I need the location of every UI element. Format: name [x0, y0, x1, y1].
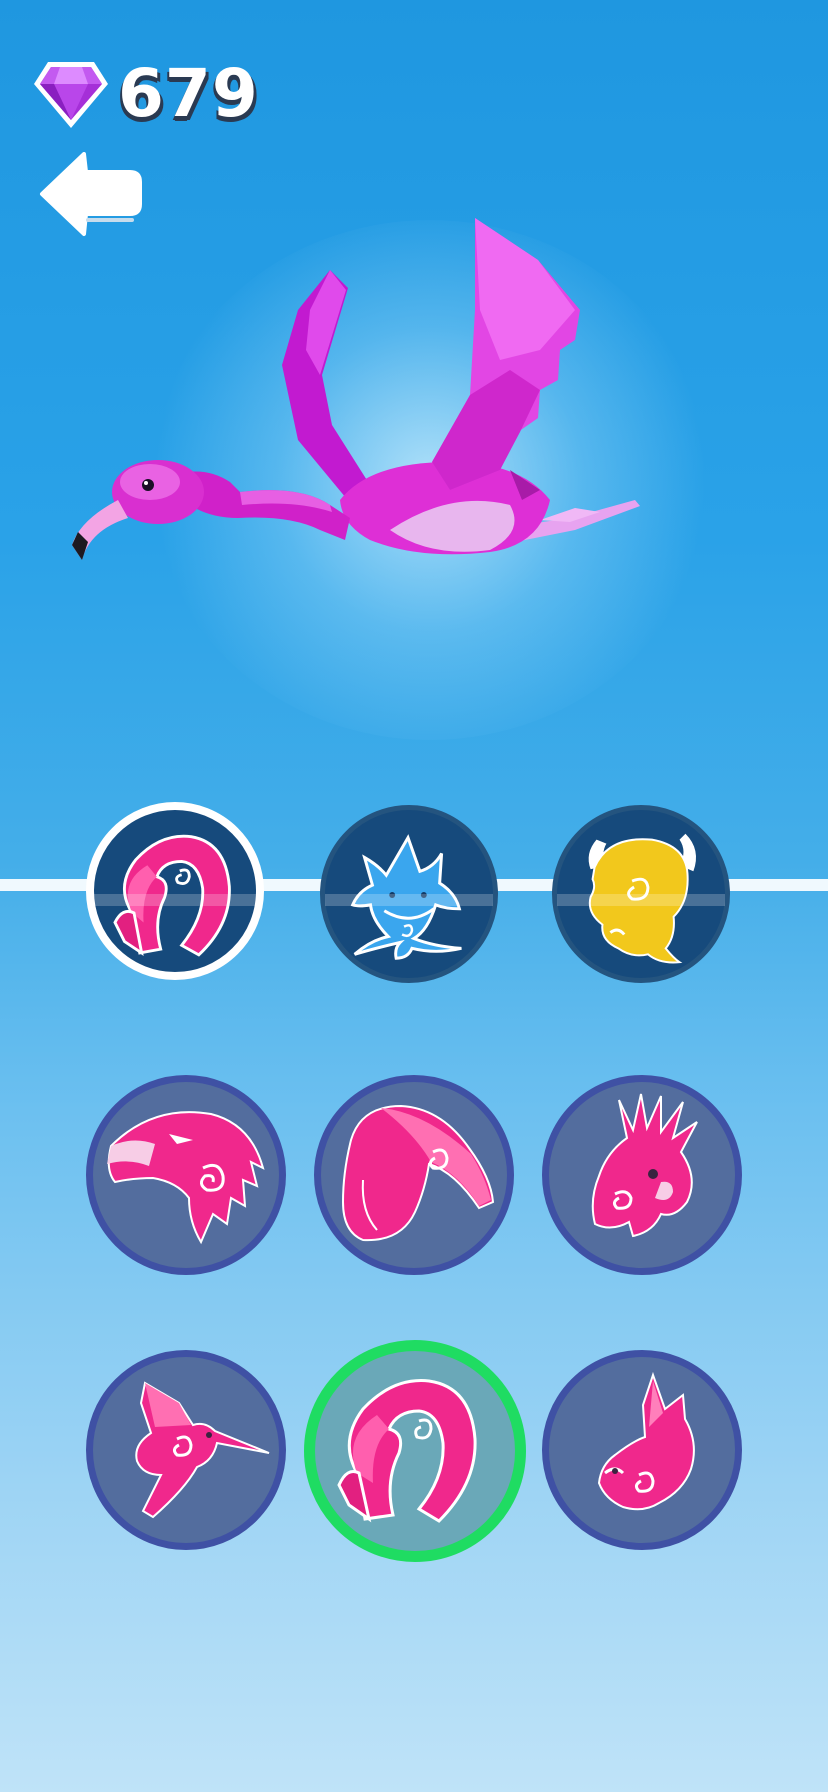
eagle-icon — [107, 1111, 265, 1245]
skin-cockatoo[interactable] — [542, 1075, 742, 1275]
flamingo-model — [72, 218, 640, 560]
character-select-screen: 679 — [0, 0, 828, 1792]
rabbit-icon — [597, 1371, 695, 1511]
skin-flamingo[interactable] — [304, 1340, 526, 1562]
purple-gem-icon — [30, 52, 112, 134]
animal-type-buffalo[interactable] — [552, 805, 730, 983]
gem-count: 679 — [118, 54, 259, 132]
skin-eagle[interactable] — [86, 1075, 286, 1275]
toucan-icon — [341, 1104, 495, 1242]
skin-toucan[interactable] — [314, 1075, 514, 1275]
line-overlay — [94, 894, 256, 906]
cockatoo-icon — [591, 1093, 698, 1238]
skin-hummingbird[interactable] — [86, 1350, 286, 1550]
character-preview — [70, 200, 690, 660]
line-overlay — [325, 894, 493, 906]
animal-type-shark[interactable] — [320, 805, 498, 983]
flamingo-icon — [113, 834, 231, 957]
hummingbird-icon — [135, 1381, 270, 1519]
gem-counter: 679 — [30, 52, 259, 134]
skin-rabbit[interactable] — [542, 1350, 742, 1550]
flamingo-icon — [337, 1379, 477, 1523]
line-overlay — [557, 894, 725, 906]
animal-type-flamingo[interactable] — [86, 802, 264, 980]
